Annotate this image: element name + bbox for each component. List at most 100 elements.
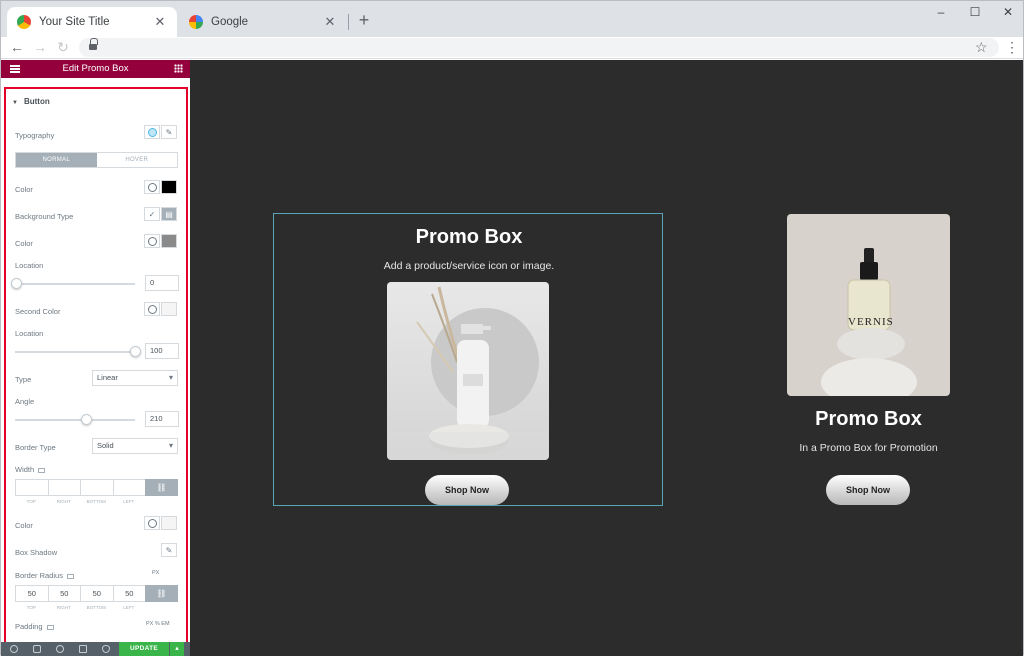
tab-title: Google	[211, 16, 249, 28]
edit-box-shadow-icon[interactable]: ✎	[161, 543, 177, 557]
gradient-icon[interactable]: ▤	[161, 207, 177, 221]
widgets-grid-icon[interactable]	[174, 64, 183, 73]
lock-icon	[89, 38, 98, 51]
location-slider[interactable]	[11, 278, 135, 289]
location2-slider[interactable]	[15, 346, 141, 357]
tab-strip: Your Site Title ✕ Google ✕ + – ☐ ✕	[1, 1, 1023, 37]
desktop-icon[interactable]	[38, 467, 46, 473]
new-tab-button[interactable]: +	[355, 11, 373, 29]
preview-canvas: Promo Box Add a product/service icon or …	[190, 60, 1023, 656]
responsive-mode-icon[interactable]	[79, 645, 87, 653]
typography-label: Typography	[15, 131, 55, 140]
bg-color-swatch[interactable]	[161, 234, 177, 248]
promo-subtitle: Add a product/service icon or image.	[383, 260, 555, 272]
tab-normal[interactable]: NORMAL	[16, 153, 97, 167]
browser-menu-icon[interactable]: ⋮	[1005, 39, 1019, 56]
shop-now-button[interactable]: Shop Now	[425, 475, 509, 505]
global-color-icon[interactable]	[144, 234, 160, 248]
tab-title: Your Site Title	[39, 16, 110, 28]
panel-header: Edit Promo Box	[1, 60, 190, 78]
link-values-icon[interactable]: ⛓	[145, 585, 178, 602]
minimize-button[interactable]: –	[927, 5, 955, 19]
dim-top-label: TOP	[26, 605, 36, 610]
product-image	[387, 282, 549, 460]
tab-your-site-title[interactable]: Your Site Title ✕	[7, 7, 177, 37]
global-color-icon[interactable]	[144, 180, 160, 194]
navigator-icon[interactable]	[33, 645, 41, 653]
desktop-icon[interactable]	[46, 624, 54, 630]
location-label: Location	[15, 261, 44, 270]
radius-unit-selector[interactable]: PX	[152, 570, 159, 576]
slider-handle[interactable]	[81, 414, 92, 425]
radius-top-input[interactable]: 50	[15, 585, 48, 602]
slider-handle[interactable]	[11, 278, 22, 289]
product-illustration	[387, 286, 549, 460]
text-color-swatch[interactable]	[161, 180, 177, 194]
dim-bottom-label: BOTTOM	[86, 605, 106, 610]
browser-toolbar: ← → ↻ ☆ ⋮	[1, 37, 1023, 59]
border-color-swatch[interactable]	[161, 516, 177, 530]
close-window-button[interactable]: ✕	[994, 5, 1022, 19]
second-color-swatch[interactable]	[161, 302, 177, 316]
radius-right-input[interactable]: 50	[47, 585, 80, 602]
section-header[interactable]: ▼ Button	[12, 97, 50, 106]
editor-panel: Edit Promo Box ▼ Button Typography ✎ NORM…	[1, 60, 190, 656]
shop-now-button-2[interactable]: Shop Now	[826, 475, 910, 505]
save-options-button[interactable]: ▴	[170, 642, 184, 656]
angle-input[interactable]: 210	[145, 411, 179, 427]
dim-left-label: LEFT	[123, 605, 135, 610]
global-typography-icon[interactable]	[144, 125, 160, 139]
panel-title: Edit Promo Box	[62, 63, 129, 74]
gradient-type-select[interactable]: Linear	[92, 370, 178, 386]
bookmark-star-icon[interactable]: ☆	[975, 39, 988, 56]
desktop-icon[interactable]	[66, 573, 74, 579]
slider-handle[interactable]	[130, 346, 141, 357]
location2-input[interactable]: 100	[145, 343, 179, 359]
padding-unit-selector[interactable]: PX % EM	[146, 621, 170, 627]
promo-box-1[interactable]: Promo Box Add a product/service icon or …	[273, 213, 663, 506]
width-left-input[interactable]	[112, 479, 145, 496]
back-button[interactable]: ←	[9, 39, 25, 55]
address-bar[interactable]	[79, 38, 999, 57]
history-icon[interactable]	[56, 645, 64, 653]
tab-separator	[348, 14, 349, 30]
brush-classic-icon[interactable]: ✓	[144, 207, 160, 221]
border-type-select[interactable]: Solid	[92, 438, 178, 454]
reload-button[interactable]: ↻	[55, 39, 71, 55]
width-top-input[interactable]	[15, 479, 48, 496]
dim-top-label: TOP	[26, 499, 36, 504]
caret-down-icon: ▼	[12, 100, 18, 106]
settings-icon[interactable]	[10, 645, 18, 653]
preview-eye-icon[interactable]	[102, 645, 110, 653]
forward-button[interactable]: →	[32, 39, 48, 55]
dim-left-label: LEFT	[123, 499, 135, 504]
edit-typography-icon[interactable]: ✎	[161, 125, 177, 139]
update-button[interactable]: UPDATE	[119, 642, 169, 656]
width-bottom-input[interactable]	[80, 479, 113, 496]
editor-footer: UPDATE ▴	[1, 642, 190, 656]
promo-box-2-title: Promo Box	[815, 408, 922, 430]
angle-slider[interactable]	[15, 414, 135, 425]
promo-box-2-image: VERNIS	[787, 214, 950, 396]
second-color-label: Second Color	[15, 307, 61, 316]
maximize-button[interactable]: ☐	[961, 5, 989, 19]
border-type-label: Border Type	[15, 443, 56, 452]
serum-bottle-illustration	[821, 248, 917, 396]
radius-left-input[interactable]: 50	[112, 585, 145, 602]
tab-close-icon[interactable]: ✕	[153, 14, 167, 30]
location-input[interactable]: 0	[145, 275, 179, 291]
radius-bottom-input[interactable]: 50	[80, 585, 113, 602]
global-color-icon[interactable]	[144, 302, 160, 316]
tab-close-icon[interactable]: ✕	[323, 14, 337, 30]
padding-label: Padding	[15, 622, 54, 631]
radius-dimension-labels: TOP RIGHT BOTTOM LEFT	[15, 605, 145, 610]
dim-right-label: RIGHT	[56, 499, 71, 504]
link-values-icon[interactable]: ⛓	[145, 479, 178, 496]
location2-label: Location	[15, 329, 44, 338]
width-dimension-labels: TOP RIGHT BOTTOM LEFT	[15, 499, 145, 504]
tab-google[interactable]: Google ✕	[179, 7, 347, 37]
tab-hover[interactable]: HOVER	[96, 153, 177, 167]
global-color-icon[interactable]	[144, 516, 160, 530]
background-type-label: Background Type	[15, 212, 74, 221]
width-right-input[interactable]	[47, 479, 80, 496]
